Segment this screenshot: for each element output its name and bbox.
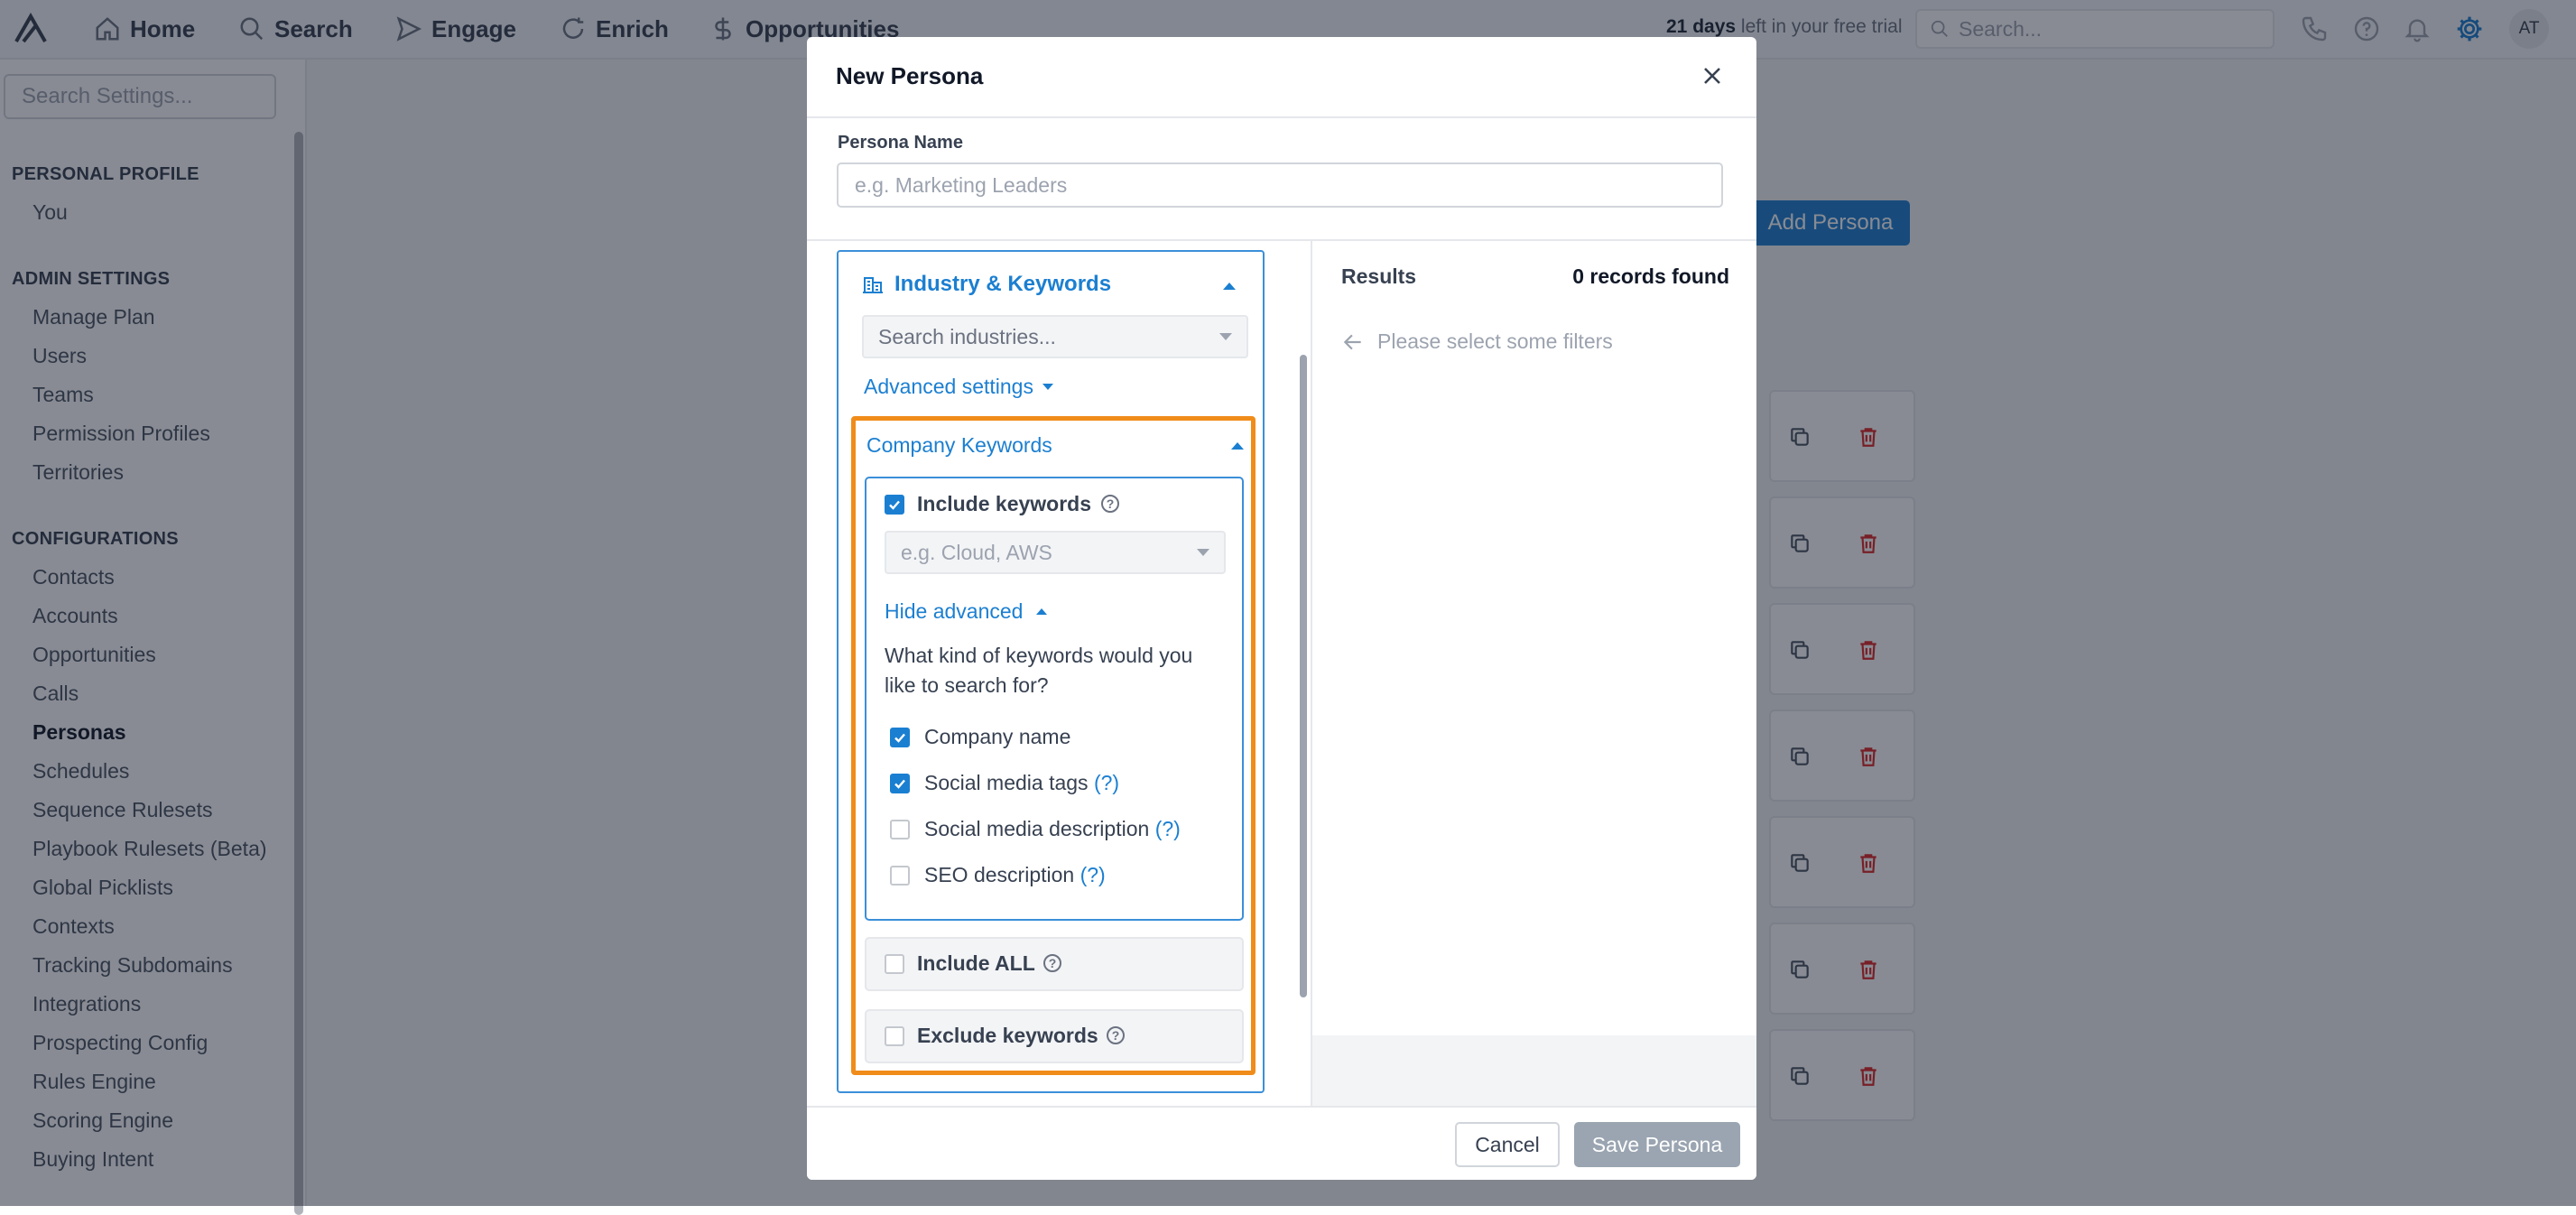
- cancel-button[interactable]: Cancel: [1455, 1122, 1560, 1167]
- social-media-tags-text: Social media tags: [924, 771, 1089, 794]
- exclude-keywords-box: Exclude keywords ?: [865, 1009, 1244, 1063]
- industry-keywords-panel: Industry & Keywords Search industries...…: [837, 250, 1265, 1093]
- records-count: 0 records found: [1572, 264, 1729, 288]
- company-keywords-section: Company Keywords Include keywords ? e.g.…: [851, 416, 1256, 1075]
- advanced-settings-label: Advanced settings: [864, 375, 1033, 398]
- include-all-box: Include ALL ?: [865, 937, 1244, 991]
- close-button[interactable]: [1697, 60, 1728, 91]
- industry-keywords-header[interactable]: Industry & Keywords: [862, 272, 1111, 297]
- keyword-type-question: What kind of keywords would you like to …: [885, 644, 1193, 697]
- industry-search-placeholder: Search industries...: [878, 324, 1056, 348]
- social-media-tags-help-link[interactable]: (?): [1094, 771, 1119, 794]
- include-all-label: Include ALL: [917, 951, 1035, 975]
- filters-area: Industry & Keywords Search industries...…: [807, 239, 1756, 1108]
- seo-description-checkbox[interactable]: [890, 866, 910, 886]
- industry-keywords-title: Industry & Keywords: [894, 272, 1112, 296]
- seo-description-label: SEO description (?): [924, 863, 1106, 887]
- social-media-description-text: Social media description: [924, 817, 1150, 840]
- include-keywords-box: Include keywords ? e.g. Cloud, AWS Hide …: [865, 477, 1244, 921]
- industry-search-select[interactable]: Search industries...: [862, 315, 1248, 358]
- persona-name-input[interactable]: [837, 162, 1723, 208]
- modal-header: New Persona: [807, 37, 1756, 118]
- seo-description-text: SEO description: [924, 863, 1075, 886]
- social-media-description-help-link[interactable]: (?): [1155, 817, 1181, 840]
- company-keywords-header[interactable]: Company Keywords: [866, 433, 1052, 458]
- check-icon: [894, 779, 905, 789]
- keywords-select[interactable]: e.g. Cloud, AWS: [885, 531, 1226, 574]
- chevron-down-icon: [1042, 384, 1053, 390]
- select-filters-hint: Please select some filters: [1341, 329, 1613, 354]
- advanced-settings-link[interactable]: Advanced settings: [864, 375, 1053, 399]
- results-panel: Results 0 records found Please select so…: [1312, 241, 1756, 1035]
- keywords-placeholder: e.g. Cloud, AWS: [901, 540, 1052, 564]
- exclude-keywords-label: Exclude keywords: [917, 1024, 1098, 1047]
- chevron-down-icon: [1219, 333, 1232, 340]
- hide-advanced-link[interactable]: Hide advanced: [885, 599, 1047, 624]
- chevron-up-icon[interactable]: [1223, 283, 1236, 290]
- filters-column: Industry & Keywords Search industries...…: [807, 241, 1312, 1108]
- check-icon: [894, 733, 905, 743]
- social-media-description-label: Social media description (?): [924, 817, 1181, 841]
- save-persona-button[interactable]: Save Persona: [1574, 1122, 1740, 1167]
- company-name-checkbox[interactable]: [890, 728, 910, 747]
- filters-scrollbar[interactable]: [1300, 355, 1307, 997]
- hide-advanced-label: Hide advanced: [885, 599, 1024, 623]
- close-icon: [1704, 68, 1720, 84]
- seo-description-help-link[interactable]: (?): [1080, 863, 1106, 886]
- modal-title: New Persona: [836, 62, 984, 89]
- results-label: Results: [1341, 264, 1417, 288]
- chevron-up-icon: [1035, 608, 1047, 615]
- select-filters-text: Please select some filters: [1377, 329, 1613, 353]
- include-keywords-label: Include keywords: [917, 492, 1092, 515]
- social-media-tags-checkbox[interactable]: [890, 774, 910, 793]
- chevron-down-icon: [1197, 549, 1209, 556]
- persona-name-label: Persona Name: [838, 133, 963, 153]
- modal-footer: Cancel Save Persona: [807, 1106, 1756, 1180]
- new-persona-modal: New Persona Persona Name Industry & Keyw…: [807, 37, 1756, 1180]
- include-all-checkbox[interactable]: [885, 954, 904, 974]
- arrow-left-icon: [1343, 334, 1361, 349]
- include-keywords-checkbox[interactable]: [885, 495, 904, 515]
- company-name-label: Company name: [924, 725, 1071, 748]
- chevron-up-icon[interactable]: [1231, 442, 1244, 450]
- check-icon: [889, 500, 900, 510]
- social-media-tags-label: Social media tags (?): [924, 771, 1119, 795]
- help-circle-icon[interactable]: ?: [1043, 954, 1061, 972]
- social-media-description-checkbox[interactable]: [890, 820, 910, 839]
- building-icon: [863, 277, 883, 293]
- help-circle-icon[interactable]: ?: [1107, 1026, 1125, 1044]
- exclude-keywords-checkbox[interactable]: [885, 1026, 904, 1046]
- help-circle-icon[interactable]: ?: [1101, 495, 1119, 513]
